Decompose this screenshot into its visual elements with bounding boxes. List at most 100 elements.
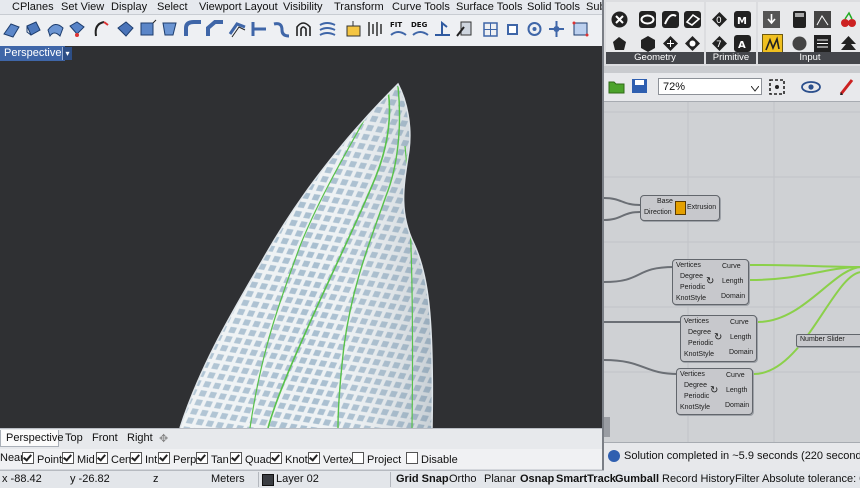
nurbs-curve-component-2[interactable]: Vertices Degree Periodic KnotStyle ↻ Cur…: [680, 315, 757, 362]
loft-icon[interactable]: [46, 18, 65, 40]
tab-surface-tools[interactable]: Surface Tools: [456, 1, 522, 13]
open-file-icon[interactable]: [608, 78, 625, 94]
number-slider[interactable]: Number Slider: [796, 334, 860, 347]
grid-split-icon[interactable]: [481, 18, 500, 40]
panel-input-download-icon[interactable]: [762, 10, 781, 29]
viewport-tab-front[interactable]: Front: [92, 432, 118, 444]
osnap-quad[interactable]: Quad: [230, 452, 272, 466]
contour-icon[interactable]: [366, 18, 385, 40]
osnap-knot[interactable]: Knot: [270, 452, 308, 466]
tab-solid-tools[interactable]: Solid Tools: [527, 1, 580, 13]
network-surface-icon[interactable]: [116, 18, 135, 40]
move-uvn-icon[interactable]: [547, 18, 566, 40]
sketch-frame-icon[interactable]: [768, 78, 786, 96]
viewport-title[interactable]: Perspective: [0, 46, 66, 61]
tab-transform[interactable]: Transform: [334, 1, 384, 13]
toggle-record-history[interactable]: Record History: [662, 473, 735, 485]
revolve-icon[interactable]: [92, 18, 111, 40]
digit-param-icon[interactable]: 7: [710, 34, 729, 53]
osnap-mid[interactable]: Mid: [62, 452, 95, 466]
surface-param-icon[interactable]: [683, 10, 702, 29]
osnap-near[interactable]: Near: [0, 452, 24, 464]
tab-curve-tools[interactable]: Curve Tools: [392, 1, 450, 13]
match-surface-icon[interactable]: [455, 18, 474, 40]
toggle-planar[interactable]: Planar: [484, 473, 516, 485]
viewport-tab-perspective[interactable]: Perspective: [6, 432, 63, 444]
toggle-smarttrack[interactable]: SmartTrack: [556, 473, 616, 485]
fillet-surface-icon[interactable]: [184, 18, 203, 40]
sweep-icon[interactable]: [68, 18, 87, 40]
cage-edit-icon[interactable]: [571, 18, 590, 40]
toggle-gumball[interactable]: Gumball: [615, 473, 659, 485]
osnap-int[interactable]: Int: [130, 452, 157, 466]
osnap-perp[interactable]: Perp: [158, 452, 196, 466]
toggle-filter[interactable]: Filter: [735, 473, 759, 485]
save-file-icon[interactable]: [631, 78, 648, 94]
field-param-icon[interactable]: [683, 34, 702, 53]
offset-surface-icon[interactable]: [228, 18, 247, 40]
degree-icon[interactable]: DEG: [411, 18, 430, 40]
sketch-pen-icon[interactable]: [838, 77, 856, 97]
panel-primitive-label[interactable]: Primitive: [706, 52, 756, 64]
grasshopper-canvas[interactable]: Base Direction Extrusion Vertices Degree…: [604, 102, 860, 442]
viewport-tab-top[interactable]: Top: [65, 432, 83, 444]
number-param-icon[interactable]: 0: [710, 10, 729, 29]
extrude-surface-icon[interactable]: [24, 18, 43, 40]
rebuild-icon[interactable]: [433, 18, 452, 40]
osnap-tan[interactable]: Tan: [196, 452, 229, 466]
nurbs-curve-component-1[interactable]: Vertices Degree Periodic KnotStyle ↻ Cur…: [672, 259, 749, 305]
gumball-icon[interactable]: [525, 18, 544, 40]
nurbs-curve-component-3[interactable]: Vertices Degree Periodic KnotStyle ↻ Cur…: [676, 368, 753, 415]
tab-cplanes[interactable]: CPlanes: [12, 1, 54, 13]
tab-visibility[interactable]: Visibility: [283, 1, 323, 13]
integer-param-icon[interactable]: M: [733, 10, 752, 29]
viewport-menu-dropdown-icon[interactable]: ▾: [62, 47, 72, 60]
canvas-scroll-handle[interactable]: [604, 417, 610, 437]
brep-param-icon[interactable]: [610, 34, 629, 53]
blend-surface-icon[interactable]: [272, 18, 291, 40]
tab-viewport-layout[interactable]: Viewport Layout: [199, 1, 278, 13]
osnap-disable[interactable]: Disable: [406, 452, 458, 466]
add-viewport-tab-icon[interactable]: ✥: [159, 432, 168, 445]
toggle-grid-snap[interactable]: Grid Snap: [396, 473, 449, 485]
units[interactable]: Meters: [211, 473, 245, 485]
viewport-tab-right[interactable]: Right: [127, 432, 153, 444]
unroll-icon[interactable]: [344, 18, 363, 40]
extrusion-component[interactable]: Base Direction Extrusion: [640, 195, 720, 221]
zoom-level-select[interactable]: 72%: [658, 78, 762, 95]
flow-along-surface-icon[interactable]: [318, 18, 337, 40]
tab-display[interactable]: Display: [111, 1, 147, 13]
extend-surface-icon[interactable]: [250, 18, 269, 40]
patch-icon[interactable]: [138, 18, 157, 40]
toggle-ortho[interactable]: Ortho: [449, 473, 477, 485]
box-param-icon[interactable]: [638, 34, 657, 53]
close-param-icon[interactable]: [610, 10, 629, 29]
list-icon[interactable]: [813, 34, 832, 53]
preview-eye-icon[interactable]: [801, 79, 821, 95]
arch-icon[interactable]: [294, 18, 313, 40]
toggle-icon[interactable]: [790, 34, 809, 53]
tab-set-view[interactable]: Set View: [61, 1, 104, 13]
fit-icon[interactable]: FIT: [389, 18, 408, 40]
zoom-chevron-down-icon[interactable]: [750, 83, 760, 92]
tab-select[interactable]: Select: [157, 1, 188, 13]
circle-param-icon[interactable]: [638, 10, 657, 29]
osnap-cen[interactable]: Cen: [96, 452, 131, 466]
current-layer[interactable]: Layer 02: [276, 473, 319, 485]
mesh-param-icon[interactable]: [661, 34, 680, 53]
panel-input-label[interactable]: Input: [758, 52, 860, 64]
chamfer-surface-icon[interactable]: [206, 18, 225, 40]
control-points-icon[interactable]: [503, 18, 522, 40]
perspective-viewport[interactable]: Perspective ▾: [0, 46, 602, 428]
graph-mapper-icon[interactable]: [813, 10, 832, 29]
curve-param-icon[interactable]: [661, 10, 680, 29]
calculator-icon[interactable]: [790, 10, 809, 29]
text-param-icon[interactable]: A: [733, 34, 752, 53]
edge-surface-icon[interactable]: [160, 18, 179, 40]
osnap-project[interactable]: Project: [352, 452, 401, 466]
osnap-point[interactable]: Point: [22, 452, 62, 466]
tree-icon[interactable]: [839, 34, 858, 53]
toggle-osnap[interactable]: Osnap: [520, 473, 554, 485]
osnap-vertex[interactable]: Vertex: [308, 452, 354, 466]
fruit-icon[interactable]: [839, 10, 858, 29]
